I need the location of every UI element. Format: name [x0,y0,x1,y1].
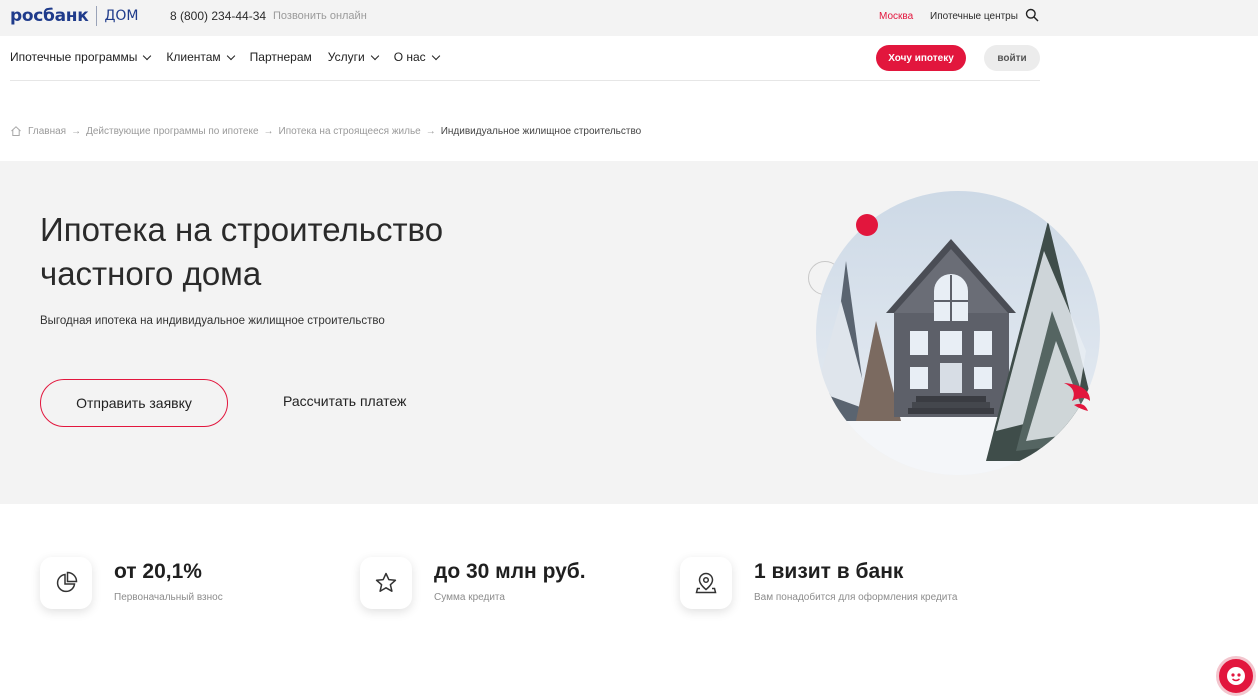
pie-chart-icon [56,571,78,593]
chevron-down-icon [431,51,440,60]
nav-item-about[interactable]: О нас [393,50,440,64]
nav-item-label: О нас [393,50,426,64]
logo-divider [96,6,98,26]
nav-item-label: Клиентам [166,50,221,64]
location-pin-icon [695,572,717,594]
logo-suffix: ДОМ [104,8,139,24]
chevron-down-icon [143,51,152,60]
chevron-down-icon [226,51,235,60]
chevron-down-icon [370,51,379,60]
call-online-link[interactable]: Позвонить онлайн [273,10,367,22]
feature-title: 1 визит в банк [754,560,904,583]
nav-item-label: Ипотечные программы [10,50,138,64]
search-icon[interactable] [1025,8,1039,22]
page-title: Ипотека на строительство частного дома [40,208,600,296]
feature-subtitle: Вам понадобится для оформления кредита [754,592,958,603]
calculate-payment-button[interactable]: Рассчитать платеж [283,393,406,409]
house-photo [816,191,1100,475]
logo[interactable]: росбанк ДОМ [10,5,139,27]
feature-title: от 20,1% [114,560,202,583]
house-illustration [816,191,1100,475]
feature-loan-amount: до 30 млн руб. Сумма кредита [360,557,586,609]
page-title-line2: частного дома [40,255,262,292]
arrow-right-icon: → [425,125,436,137]
feature-title: до 30 млн руб. [434,560,586,583]
feature-down-payment: от 20,1% Первоначальный взнос [40,557,223,609]
city-selector[interactable]: Москва [879,11,913,22]
feature-subtitle: Первоначальный взнос [114,592,223,603]
feature-icon-box [680,557,732,609]
nav-divider [10,80,1040,81]
decorative-red-dot [856,214,878,236]
nav-item-services[interactable]: Услуги [327,50,379,64]
hero-subtitle: Выгодная ипотека на индивидуальное жилищ… [40,315,385,327]
breadcrumb-home[interactable]: Главная [28,126,66,137]
feature-icon-box [40,557,92,609]
arrow-right-icon: → [263,125,274,137]
login-button[interactable]: войти [984,45,1040,71]
mortgage-centers-link[interactable]: Ипотечные центры [930,11,1018,22]
breadcrumb: Главная → Действующие программы по ипоте… [10,125,641,137]
send-application-button[interactable]: Отправить заявку [40,379,228,427]
breadcrumb-construction[interactable]: Ипотека на строящееся жилье [279,126,421,137]
decorative-red-shape [1064,383,1090,411]
breadcrumb-programs[interactable]: Действующие программы по ипотеке [86,126,258,137]
breadcrumb-current: Индивидуальное жилищное строительство [440,125,642,137]
nav-item-partners[interactable]: Партнерам [250,50,312,64]
chat-bot-icon [1227,667,1245,685]
phone-number[interactable]: 8 (800) 234-44-34 [170,9,266,23]
hero-section: Ипотека на строительство частного дома В… [0,161,1258,504]
feature-one-visit: 1 визит в банк Вам понадобится для оформ… [680,557,957,609]
nav-item-label: Услуги [327,50,365,64]
home-icon[interactable] [10,125,22,137]
chat-assistant-button[interactable] [1216,656,1256,696]
nav-item-clients[interactable]: Клиентам [166,50,235,64]
feature-subtitle: Сумма кредита [434,592,505,603]
arrow-right-icon: → [71,125,82,137]
want-mortgage-button[interactable]: Хочу ипотеку [876,45,966,71]
logo-text: росбанк [10,6,89,26]
hero-image [806,189,1106,479]
top-bar: росбанк ДОМ 8 (800) 234-44-34 Позвонить … [0,0,1258,36]
page-title-line1: Ипотека на строительство [40,211,444,248]
feature-icon-box [360,557,412,609]
nav-item-mortgage-programs[interactable]: Ипотечные программы [10,50,152,64]
nav-item-label: Партнерам [249,50,312,64]
main-nav: Ипотечные программы Клиентам Партнерам У… [10,50,455,64]
star-icon [375,572,397,592]
